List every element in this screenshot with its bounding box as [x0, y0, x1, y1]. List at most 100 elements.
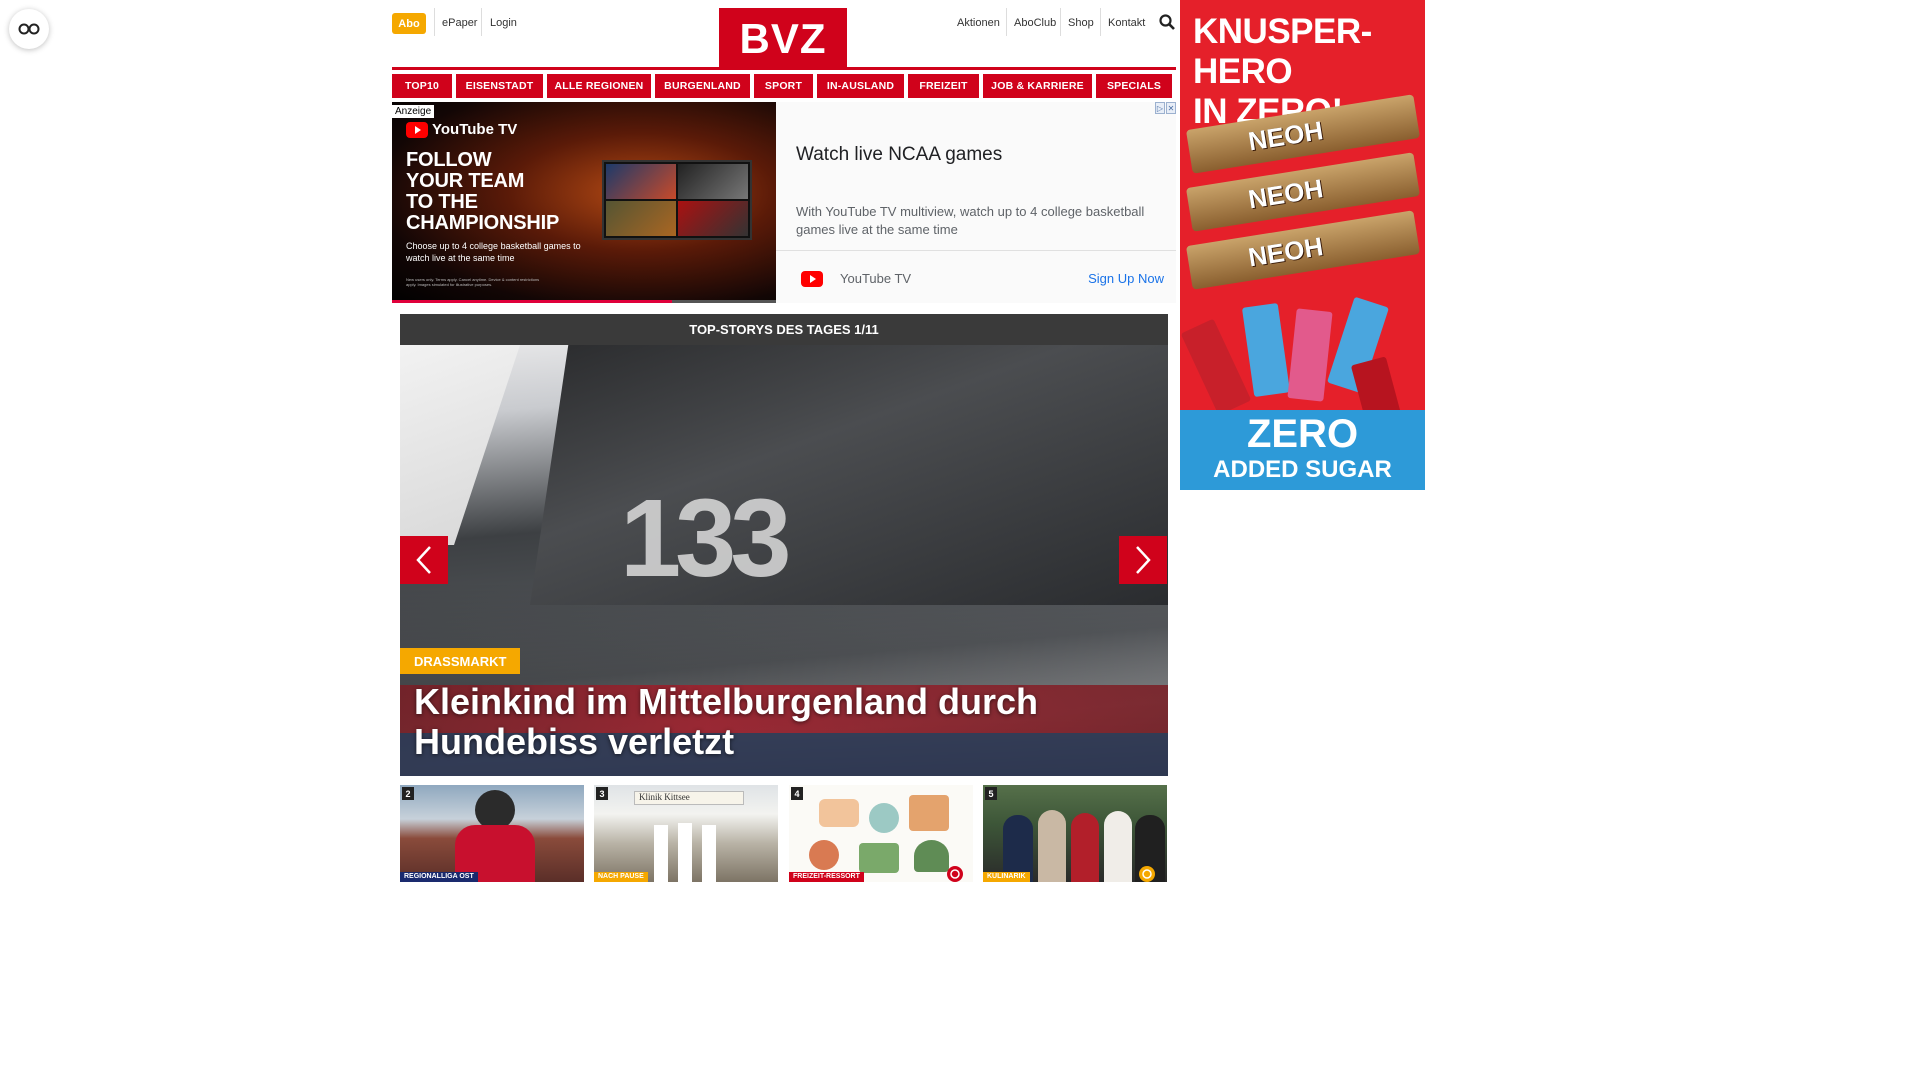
ad-description: With YouTube TV multiview, watch up to 4… [796, 204, 1145, 237]
video-progress-fill [392, 300, 673, 303]
reading-mode-button[interactable] [9, 9, 49, 49]
login-link[interactable]: Login [490, 17, 517, 29]
person [1038, 810, 1066, 882]
kontakt-link[interactable]: Kontakt [1108, 17, 1145, 29]
clinic-sign: Klinik Kittsee [634, 791, 744, 805]
carousel-prev-button[interactable] [400, 536, 448, 584]
added-sugar-text: ADDED SUGAR [1213, 456, 1392, 483]
youtube-play-icon [406, 121, 428, 138]
person [678, 823, 692, 882]
illustration [869, 803, 899, 833]
ad-headline-line: FOLLOW [406, 149, 492, 171]
youtube-tv-wordmark: YouTube TV [432, 121, 518, 138]
person [702, 825, 716, 882]
divider [1100, 8, 1101, 36]
ad-headline: FOLLOW YOUR TEAM TO THE CHAMPIONSHIP [406, 150, 606, 234]
car-door-number: 133 [620, 477, 792, 600]
story-category: KULINARIK [983, 872, 1030, 882]
divider [1060, 8, 1061, 36]
divider [434, 8, 435, 36]
snow [400, 345, 520, 545]
ad-creative[interactable]: YouTube TV FOLLOW YOUR TEAM TO THE CHAMP… [392, 102, 776, 303]
plus-icon [950, 869, 960, 879]
chevron-left-icon [416, 546, 431, 574]
adchoices[interactable]: ▷ ✕ [1155, 102, 1176, 114]
nav-item-top10[interactable]: TOP10 [392, 74, 452, 98]
ad-banner[interactable]: YouTube TV FOLLOW YOUR TEAM TO THE CHAMP… [392, 102, 1176, 303]
story-thumbnail[interactable]: 4 FREIZEIT-RESSORT [789, 785, 973, 882]
illustration [819, 799, 859, 827]
sign-up-button[interactable]: Sign Up Now [1088, 271, 1164, 286]
nav-item-in-ausland[interactable]: IN-AUSLAND [817, 74, 904, 98]
hero-category-badge[interactable]: DRASSMARKT [400, 648, 521, 674]
nav-item-burgenland[interactable]: BURGENLAND [655, 74, 750, 98]
divider [481, 8, 482, 36]
ad-headline-line: CHAMPIONSHIP [406, 212, 560, 234]
product-pack [1287, 308, 1333, 402]
ad-text-panel[interactable]: ▷ ✕ Watch live NCAA games With YouTube T… [776, 102, 1176, 303]
ad-advertiser: YouTube TV [840, 271, 912, 286]
main-navigation: TOP10 EISENSTADT ALLE REGIONEN BURGENLAN… [392, 74, 1176, 98]
person-head [475, 790, 515, 830]
abo-button[interactable]: Abo [392, 13, 426, 34]
ad-headline-line: YOUR TEAM [406, 170, 525, 192]
site-logo[interactable]: BVZ [719, 8, 847, 70]
nav-item-specials[interactable]: SPECIALS [1096, 74, 1172, 98]
story-category: REGIONALLIGA OST [400, 872, 478, 882]
illustration [909, 795, 949, 831]
nav-item-sport[interactable]: SPORT [754, 74, 813, 98]
close-icon[interactable]: ✕ [1166, 102, 1176, 114]
story-category: NACH PAUSE [594, 872, 648, 882]
youtube-icon [801, 271, 823, 287]
product-name: NEOH [1246, 173, 1326, 215]
tv-multiview-image [602, 160, 752, 240]
epaper-link[interactable]: ePaper [442, 17, 477, 29]
premium-badge [1139, 866, 1155, 882]
person [1104, 811, 1132, 882]
divider [1006, 8, 1007, 36]
youtube-tv-logo: YouTube TV [406, 121, 517, 138]
person [1071, 813, 1099, 882]
product-name: NEOH [1246, 115, 1326, 157]
plus-icon [1142, 869, 1152, 879]
ad-title[interactable]: Watch live NCAA games [796, 144, 1002, 166]
adchoices-icon[interactable]: ▷ [1155, 102, 1165, 114]
zero-text: ZERO [1246, 412, 1359, 456]
site-header: Abo ePaper Login BVZ Aktionen AboClub Sh… [392, 8, 1176, 83]
story-rank: 5 [985, 787, 997, 800]
glasses-icon [18, 23, 40, 35]
shop-link[interactable]: Shop [1068, 17, 1094, 29]
search-icon[interactable] [1159, 14, 1175, 30]
divider [776, 250, 1176, 251]
story-rank: 3 [596, 787, 608, 800]
story-category: FREIZEIT-RESSORT [789, 872, 864, 882]
story-rank: 2 [402, 787, 414, 800]
ad-fineprint: New users only. Terms apply. Cancel anyt… [406, 277, 540, 287]
product-name: NEOH [1246, 231, 1326, 273]
ad-headline-line: TO THE [406, 191, 478, 213]
nav-item-job-karriere[interactable]: JOB & KARRIERE [983, 74, 1092, 98]
nav-item-eisenstadt[interactable]: EISENSTADT [456, 74, 543, 98]
story-thumbnail[interactable]: 2 REGIONALLIGA OST [400, 785, 584, 882]
video-progress-bar[interactable] [392, 300, 776, 303]
premium-badge [947, 866, 963, 882]
aboclub-link[interactable]: AboClub [1014, 17, 1056, 29]
sidebar-ad[interactable]: KNUSPER-HERO IN ZERO! NEOH NEOH NEOH ZER… [1180, 0, 1425, 490]
illustration [809, 840, 839, 870]
aktionen-link[interactable]: Aktionen [957, 17, 1000, 29]
product-pack [1241, 302, 1291, 398]
nav-item-freizeit[interactable]: FREIZEIT [908, 74, 979, 98]
story-thumbnail[interactable]: Klinik Kittsee 3 NACH PAUSE [594, 785, 778, 882]
ad-label: Anzeige [392, 105, 435, 118]
nav-item-alle-regionen[interactable]: ALLE REGIONEN [547, 74, 651, 98]
person [654, 825, 668, 882]
carousel-next-button[interactable] [1119, 536, 1167, 584]
story-thumbnail[interactable]: 5 KULINARIK [983, 785, 1167, 882]
hero-story-title[interactable]: Kleinkind im Mittelburgenland durch Hund… [414, 682, 1154, 762]
chevron-right-icon [1136, 546, 1151, 574]
ad-subtext: Choose up to 4 college basketball games … [406, 241, 581, 263]
product-pack [1180, 318, 1252, 416]
sidebar-ad-headline-line: KNUSPER-HERO [1193, 12, 1372, 91]
header-rule [392, 67, 1176, 70]
illustration [914, 840, 949, 872]
